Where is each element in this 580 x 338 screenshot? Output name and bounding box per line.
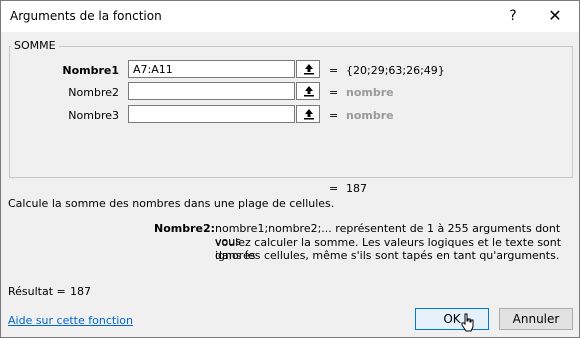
range-select-icon bbox=[304, 64, 314, 75]
equals-sign: = bbox=[329, 109, 339, 122]
title-bar: Arguments de la fonction ? ✕ bbox=[1, 1, 579, 32]
range-select-icon bbox=[304, 109, 314, 120]
function-description: Calcule la somme des nombres dans une pl… bbox=[8, 197, 335, 210]
argument-help-label: Nombre2: bbox=[154, 222, 216, 235]
argument-result-nombre1: {20;29;63;26;49} bbox=[346, 64, 445, 77]
window-title: Arguments de la fonction bbox=[10, 9, 162, 23]
help-icon[interactable]: ? bbox=[504, 7, 522, 25]
mouse-cursor-icon bbox=[461, 313, 474, 332]
argument-input-nombre2[interactable] bbox=[128, 82, 295, 100]
function-name: SOMME bbox=[11, 39, 59, 52]
collapse-dialog-button-nombre1[interactable] bbox=[296, 60, 320, 78]
argument-label-nombre2: Nombre2 bbox=[68, 86, 119, 99]
function-help-link[interactable]: Aide sur cette fonction bbox=[8, 314, 133, 327]
argument-label-nombre3: Nombre3 bbox=[68, 109, 119, 122]
argument-label-nombre1: Nombre1 bbox=[62, 64, 119, 77]
formula-result-value: 187 bbox=[346, 182, 367, 195]
result-label: Résultat = bbox=[8, 285, 66, 298]
argument-result-nombre2: nombre bbox=[346, 86, 394, 99]
argument-help-line: dans les cellules, même s'ils sont tapés… bbox=[215, 249, 560, 262]
cancel-button[interactable]: Annuler bbox=[499, 308, 573, 330]
collapse-dialog-button-nombre3[interactable] bbox=[296, 105, 320, 123]
argument-input-nombre1[interactable]: A7:A11 bbox=[128, 60, 295, 78]
argument-input-nombre3[interactable] bbox=[128, 105, 295, 123]
equals-sign: = bbox=[329, 64, 339, 77]
function-arguments-dialog: Arguments de la fonction ? ✕ SOMME Nombr… bbox=[0, 0, 580, 338]
range-select-icon bbox=[304, 86, 314, 97]
argument-result-nombre3: nombre bbox=[346, 109, 394, 122]
collapse-dialog-button-nombre2[interactable] bbox=[296, 82, 320, 100]
equals-sign: = bbox=[329, 86, 339, 99]
close-icon[interactable]: ✕ bbox=[546, 7, 564, 25]
equals-sign: = bbox=[329, 182, 339, 195]
ok-button[interactable]: OK bbox=[415, 308, 489, 330]
result-value: 187 bbox=[70, 285, 91, 298]
